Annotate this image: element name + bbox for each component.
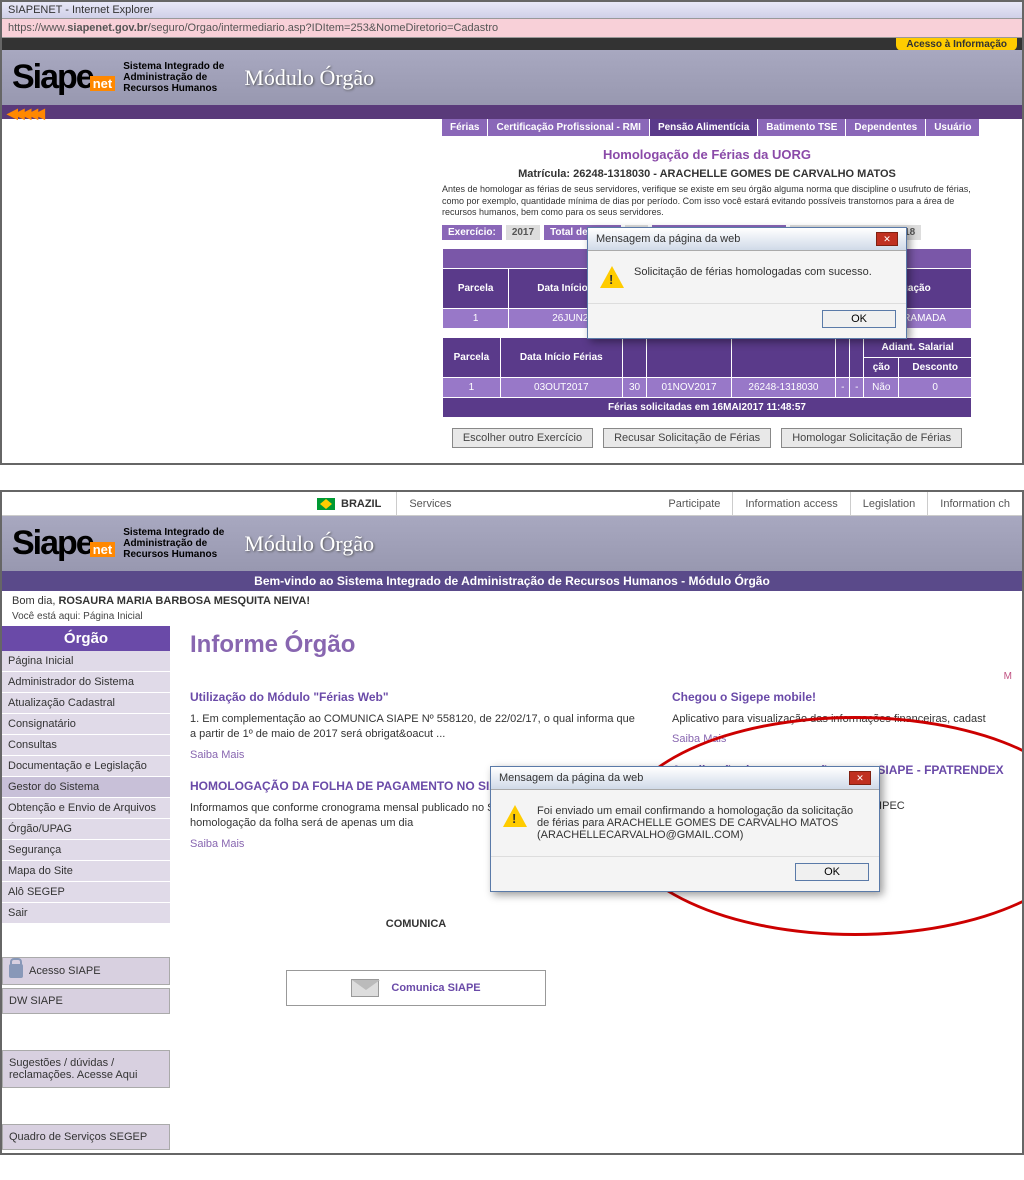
sidebar-header: Órgão [2,626,170,651]
gov-info-ch[interactable]: Information ch [928,498,1022,510]
lock-icon [9,964,23,978]
btn-dw-siape[interactable]: DW SIAPE [2,988,170,1014]
exercicio-value: 2017 [506,225,540,240]
envelope-icon [351,979,379,997]
tab-usuario[interactable]: Usuário [926,119,979,136]
sidebar-item-alo-segep[interactable]: Alô SEGEP [2,882,170,903]
flag-icon [317,498,335,510]
dialog-email: Mensagem da página da web ✕ Foi enviado … [490,766,880,892]
content-area-2: Informe Órgão M Utilização do Módulo "Fé… [170,626,1022,1153]
dialog-titlebar[interactable]: Mensagem da página da web ✕ [588,228,906,251]
gov-legislation[interactable]: Legislation [851,498,928,510]
modulo-title: Módulo Órgão [244,531,374,557]
comunica-box[interactable]: Comunica SIAPE [286,970,546,1006]
close-icon[interactable]: ✕ [849,771,871,785]
main-layout: Órgão Página Inicial Administrador do Si… [2,626,1022,1153]
siape-logo: Siapenet [12,58,115,97]
dialog-message: Solicitação de férias homologadas com su… [634,266,872,278]
sidebar-item-admin[interactable]: Administrador do Sistema [2,672,170,693]
logo-subtitle: Sistema Integrado de Administração de Re… [123,61,224,94]
panel-1: SIAPENET - Internet Explorer https://www… [0,0,1024,465]
url-prefix: https://www. [8,22,67,34]
header-band-2: Siapenet Sistema Integrado de Administra… [2,516,1022,571]
panel-2: BRAZIL Services Participate Information … [0,490,1024,1155]
right1-body: Aplicativo para visualização das informa… [672,712,1012,727]
tab-ferias[interactable]: Férias [442,119,487,136]
tab-certificacao[interactable]: Certificação Profissional - RMI [488,119,648,136]
btn-homologar[interactable]: Homologar Solicitação de Férias [781,428,962,448]
gov-services[interactable]: Services [397,498,463,510]
sidebar-item-mapa[interactable]: Mapa do Site [2,861,170,882]
page-title: Homologação de Férias da UORG [442,147,972,162]
logo-subtitle: Sistema Integrado de Administração de Re… [123,527,224,560]
gov-brazil[interactable]: BRAZIL [302,498,396,510]
matricula-line: Matrícula: 26248-1318030 - ARACHELLE GOM… [442,168,972,180]
saiba-mais-2[interactable]: Saiba Mais [190,838,244,850]
table2-footer: Férias solicitadas em 16MAI2017 11:48:57 [443,398,972,418]
sidebar-item-atualizacao[interactable]: Atualização Cadastral [2,693,170,714]
tabs-row: Férias Certificação Profissional - RMI P… [442,119,1022,136]
informe-title: Informe Órgão [190,631,1012,659]
article1-title: Utilização do Módulo "Férias Web" [190,690,642,704]
exercicio-label: Exercício: [442,225,502,240]
action-buttons: Escolher outro Exercício Recusar Solicit… [442,428,972,448]
gov-bar: BRAZIL Services Participate Information … [2,492,1022,516]
comunica-header: COMUNICA [190,918,642,930]
sidebar-item-sair[interactable]: Sair [2,903,170,924]
btn-acesso-siape[interactable]: Acesso SIAPE [2,957,170,985]
gov-participate[interactable]: Participate [656,498,732,510]
sidebar-item-documentacao[interactable]: Documentação e Legislação [2,756,170,777]
table-row: 1 03OUT2017 30 01NOV2017 26248-1318030 -… [443,378,972,398]
header-band: Siapenet Sistema Integrado de Administra… [2,50,1022,105]
sidebar-item-gestor[interactable]: Gestor do Sistema [2,777,170,798]
warning-text: Antes de homologar as férias de seus ser… [442,184,972,219]
user-greeting: Bom dia, ROSAURA MARIA BARBOSA MESQUITA … [2,591,1022,611]
siape-logo: Siapenet [12,524,115,563]
address-bar[interactable]: https://www.siapenet.gov.br/seguro/Orgao… [2,19,1022,38]
sidebar-item-pagina-inicial[interactable]: Página Inicial [2,651,170,672]
warning-icon [600,266,624,288]
sidebar-item-orgao-upag[interactable]: Órgão/UPAG [2,819,170,840]
tab-dependentes[interactable]: Dependentes [846,119,925,136]
arrow-strip: ◀◀◀◀◀ [2,105,1022,119]
btn-escolher-exercicio[interactable]: Escolher outro Exercício [452,428,593,448]
sidebar-item-seguranca[interactable]: Segurança [2,840,170,861]
ok-button[interactable]: OK [822,310,896,328]
sidebar-item-consultas[interactable]: Consultas [2,735,170,756]
url-path: /seguro/Orgao/intermediario.asp?IDItem=2… [148,22,498,34]
tab-batimento[interactable]: Batimento TSE [758,119,845,136]
dialog-sucesso: Mensagem da página da web ✕ Solicitação … [587,227,907,339]
btn-sugestoes[interactable]: Sugestões / dúvidas / reclamações. Acess… [2,1050,170,1088]
breadcrumb: Você está aqui: Página Inicial [2,611,1022,626]
close-icon[interactable]: ✕ [876,232,898,246]
table-solicitadas: Parcela Data Início Férias Adiant. Salar… [442,337,972,418]
ok-button[interactable]: OK [795,863,869,881]
sidebar: Órgão Página Inicial Administrador do Si… [2,626,170,1153]
more-link[interactable]: M [190,671,1012,682]
tab-pensao[interactable]: Pensão Alimentícia [650,119,757,136]
dialog-titlebar[interactable]: Mensagem da página da web ✕ [491,767,879,790]
article1-body: 1. Em complementação ao COMUNICA SIAPE N… [190,712,642,743]
dialog-message: Foi enviado um email confirmando a homol… [537,805,867,841]
sidebar-item-obtencao[interactable]: Obtenção e Envio de Arquivos [2,798,170,819]
saiba-mais-1[interactable]: Saiba Mais [190,749,244,761]
top-dark-bar: Acesso à Informação [2,38,1022,50]
btn-quadro-servicos[interactable]: Quadro de Serviços SEGEP [2,1124,170,1150]
url-host: siapenet.gov.br [67,22,147,34]
saiba-mais-r1[interactable]: Saiba Mais [672,733,726,745]
right1-title: Chegou o Sigepe mobile! [672,690,1012,704]
gov-info-access[interactable]: Information access [733,498,849,510]
btn-recusar[interactable]: Recusar Solicitação de Férias [603,428,771,448]
modulo-title: Módulo Órgão [244,65,374,91]
browser-title: SIAPENET - Internet Explorer [2,2,1022,19]
warning-icon [503,805,527,827]
welcome-bar: Bem-vindo ao Sistema Integrado de Admini… [2,571,1022,591]
sidebar-item-consignatario[interactable]: Consignatário [2,714,170,735]
